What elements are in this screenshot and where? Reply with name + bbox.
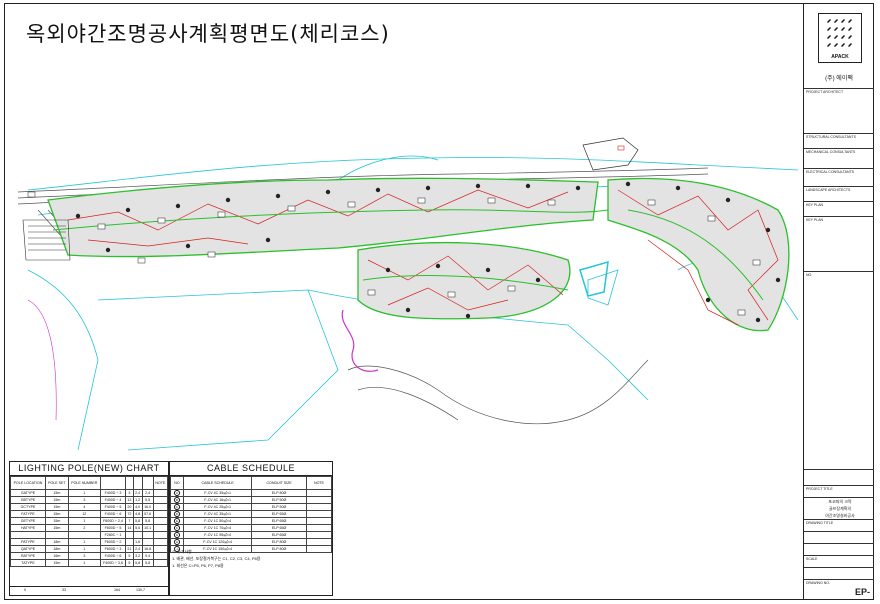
table-row: A F-CV 4C 35㎟×1 ELP 80Ø	[170, 489, 333, 497]
table-row: FATYPE 15m 12 F400D ÷ 6 72 4,8 57,6	[10, 510, 169, 518]
cart-path	[341, 309, 379, 372]
clubhouse	[582, 137, 639, 171]
cable-id-badge: F	[174, 525, 180, 531]
drawing-sheet: 옥외야간조명공사계획평면도(체리코스) APACK (주) 에이팩 PROJEC…	[0, 0, 880, 604]
title-row: KEY PLAN	[804, 201, 874, 217]
cable-id-badge: B	[174, 497, 180, 503]
site-plan	[17, 137, 799, 451]
table-row: D F-CV 4C 35㎟×1 ELP 65Ø	[170, 510, 333, 518]
table-row: HATYPE 15m 2 F600D ÷ 5 14 5,0 10,1	[10, 524, 169, 532]
table-row: C F-CV 4C 25㎟×1 ELP 50Ø	[170, 503, 333, 511]
cable-table: NO CABLE SCHEDULE CONDUIT SIZE NOTE A F-C…	[170, 476, 333, 553]
title-row: MECHANICAL CONSULTANTS	[804, 148, 874, 169]
table-row: F F-CV 1C 70㎟×4 ELP 65Ø	[170, 524, 333, 532]
drawing-number: EP-	[854, 587, 870, 597]
title-block: APACK (주) 에이팩 PROJECT ARCHITECT STRUCTUR…	[803, 3, 874, 600]
title-row: STRUCTURAL CONSULTANTS	[804, 133, 874, 149]
cable-id-badge: D	[174, 511, 180, 517]
table-row: F280C ÷ 1	[10, 531, 169, 539]
project-title: 포코파의 크락 골프장계획의 야간조명설비공사	[804, 497, 874, 520]
table-row: TATYPE 15m 1 F400D ÷ 3,6 5 5,8 5,8	[10, 559, 169, 567]
table-row: GATYPE 15m 1 F400D ÷ 3 3 2,4 2,4	[10, 489, 169, 497]
lighting-pole-chart: LIGHTING POLE(NEW) CHART POLE LOCATION P…	[9, 461, 169, 596]
title-row: KEY PLAN	[804, 216, 874, 272]
cable-id-badge: C	[174, 504, 180, 510]
table-row: H F-CV 1C 120㎟×4 ELP 80Ø	[170, 538, 333, 546]
table-row: E F-CV 1C 50㎟×4 ELP 65Ø	[170, 517, 333, 525]
company-name: (주) 에이팩	[825, 76, 853, 82]
table-row: GETYPE 15m 1 F600D ÷ 2,4 7 5,8 5,8	[10, 517, 169, 525]
cable-schedule-title: CABLE SCHEDULE	[170, 462, 332, 476]
title-row: NO.	[804, 271, 874, 470]
table-row: PATYPE 18m 1 F600D ÷ 2 1,6	[10, 538, 169, 546]
table-row: QATYPE 18m 1 F600D ÷ 3 21 2,4 16,8	[10, 545, 169, 553]
table-row: G F-CV 1C 95㎟×4 ELP 65Ø	[170, 531, 333, 539]
logo-icon	[827, 19, 852, 47]
title-row: LANDSCAPE ARCHITECTS	[804, 186, 874, 202]
lighting-table: POLE LOCATION POLE SET POLE NUMBER NOTE …	[10, 476, 169, 567]
table-row: B F-CV 4C 16㎟×1 ELP 50Ø	[170, 496, 333, 504]
drawing-number-row: DRAWING NO. EP-	[804, 579, 874, 601]
title-row: ELECTRICAL CONSULTANTS	[804, 168, 874, 187]
drawing-title: 옥외야간조명공사계획평면도(체리코스)	[26, 22, 390, 46]
pond	[579, 260, 609, 297]
cable-id-badge: G	[174, 532, 180, 538]
company-logo: APACK	[818, 13, 862, 63]
cable-id-badge: A	[174, 490, 180, 496]
logo-text: APACK	[831, 54, 849, 60]
cable-notes: ※ 주기사항 1. 배관, 배선, 포장철거복구는 C1, C2, C3, C4…	[172, 549, 261, 568]
lighting-totals: 0 33 164 130,7	[10, 586, 168, 595]
title-row: PROJECT ARCHITECT	[804, 88, 874, 134]
table-row: GCTYPE 15m 4 F400D ÷ 5 20 4,0 16,0	[10, 503, 169, 511]
table-row: RATYPE 16m 3 F400D ÷ 6 9 3,2 9,4	[10, 552, 169, 560]
revision-row	[804, 469, 874, 486]
cable-schedule: CABLE SCHEDULE NO CABLE SCHEDULE CONDUIT…	[169, 461, 333, 596]
table-row: GBTYPE 15m 3 F400D ÷ 4 12 1,2 5,5	[10, 496, 169, 504]
cable-id-badge: E	[174, 518, 180, 524]
lighting-chart-title: LIGHTING POLE(NEW) CHART	[10, 462, 168, 476]
cable-id-badge: H	[174, 539, 180, 545]
